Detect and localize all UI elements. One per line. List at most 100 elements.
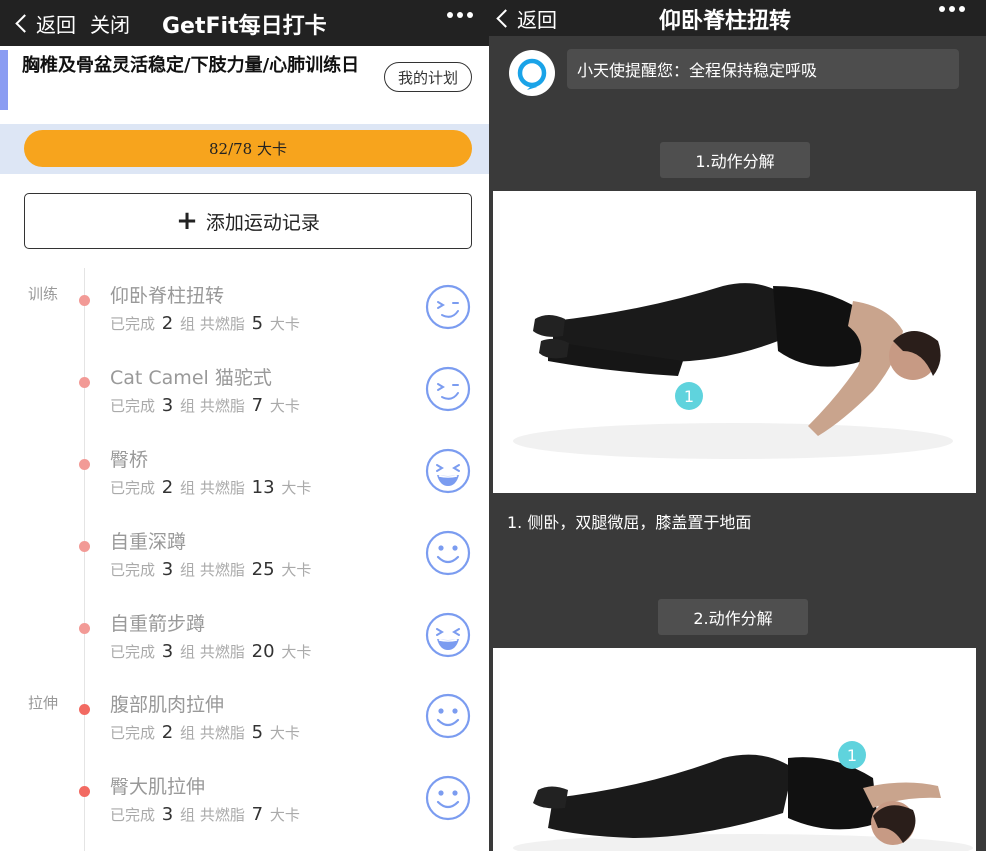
exercise-name: 臀桥 xyxy=(110,449,149,471)
back-label: 返回 xyxy=(36,12,76,37)
checkin-screen: 返回 关闭 GetFit每日打卡 胸椎及骨盆灵活稳定/下肢力量/心肺训练日 我的… xyxy=(0,0,489,851)
stat-completed-word: 已完成 xyxy=(110,643,156,661)
exercise-sets: 3 xyxy=(161,641,174,662)
stat-unit-word: 大卡 xyxy=(269,806,300,824)
exercise-sets: 2 xyxy=(161,722,174,743)
step-1-image: 1 xyxy=(493,191,976,493)
chevron-left-icon xyxy=(15,13,34,33)
timeline-dot xyxy=(79,704,90,715)
exercise-name: 仰卧脊柱扭转 xyxy=(110,285,225,307)
stat-unit-word: 大卡 xyxy=(281,479,312,497)
plus-icon: + xyxy=(176,206,198,236)
timeline-dot xyxy=(79,377,90,388)
assistant-reminder: 小天使提醒您：全程保持稳定呼吸 xyxy=(567,49,959,89)
grin-face-icon[interactable] xyxy=(424,447,472,495)
stat-sets-word: 组 xyxy=(180,643,196,661)
exercise-kcal: 25 xyxy=(251,559,275,580)
exercise-sets: 2 xyxy=(161,477,174,498)
nav-bar: 返回 关闭 GetFit每日打卡 xyxy=(0,0,489,46)
exercise-stats: 已完成 3 组 共燃脂 7 大卡 xyxy=(110,804,300,825)
exercise-item[interactable]: 臀大肌拉伸已完成 3 组 共燃脂 7 大卡 xyxy=(0,768,489,850)
stat-completed-word: 已完成 xyxy=(110,315,156,333)
exercise-item[interactable]: Cat Camel 猫驼式已完成 3 组 共燃脂 7 大卡 xyxy=(0,359,489,441)
assistant-logo-icon xyxy=(517,58,547,90)
exercise-stats: 已完成 3 组 共燃脂 20 大卡 xyxy=(110,641,311,662)
more-icon[interactable] xyxy=(447,12,473,18)
stat-sets-word: 组 xyxy=(180,724,196,742)
detail-more-icon[interactable] xyxy=(939,6,965,12)
exercise-kcal: 5 xyxy=(251,313,264,334)
stat-sets-word: 组 xyxy=(180,479,196,497)
stat-completed-word: 已完成 xyxy=(110,806,156,824)
stat-completed-word: 已完成 xyxy=(110,397,156,415)
smile-face-icon[interactable] xyxy=(424,529,472,577)
timeline-dot xyxy=(79,541,90,552)
stat-completed-word: 已完成 xyxy=(110,724,156,742)
stat-sets-word: 组 xyxy=(180,806,196,824)
stat-unit-word: 大卡 xyxy=(269,724,300,742)
exercise-item[interactable]: 臀桥 已完成 2 组 共燃脂 13 大卡 xyxy=(0,441,489,523)
exercise-name: Cat Camel 猫驼式 xyxy=(110,367,272,389)
detail-back-label: 返回 xyxy=(517,7,557,32)
stat-unit-word: 大卡 xyxy=(269,397,300,415)
grin-face-icon[interactable] xyxy=(424,611,472,659)
side-lying-pose-illustration: 1 xyxy=(513,283,953,459)
stat-burned-word: 共燃脂 xyxy=(199,397,245,415)
smile-face-icon[interactable] xyxy=(424,774,472,822)
my-plan-button[interactable]: 我的计划 xyxy=(384,62,472,92)
chevron-left-icon xyxy=(496,8,515,28)
stat-unit-word: 大卡 xyxy=(281,643,312,661)
timeline-dot xyxy=(79,786,90,797)
exercise-detail-screen: 返回 仰卧脊柱扭转 小天使提醒您：全程保持稳定呼吸 1.动作分解 1 1. 侧卧… xyxy=(489,0,986,851)
stat-sets-word: 组 xyxy=(180,561,196,579)
stat-unit-word: 大卡 xyxy=(269,315,300,333)
exercise-item[interactable]: 仰卧脊柱扭转 已完成 2 组 共燃脂 5 大卡 xyxy=(0,277,489,359)
progress-section: 82/78 大卡 xyxy=(0,124,489,174)
exercise-kcal: 13 xyxy=(251,477,275,498)
exercise-sets: 3 xyxy=(161,559,174,580)
timeline-dot xyxy=(79,295,90,306)
add-exercise-label: 添加运动记录 xyxy=(205,211,320,234)
exercise-sets: 3 xyxy=(161,395,174,416)
add-exercise-record-button[interactable]: + 添加运动记录 xyxy=(24,193,472,249)
stat-burned-word: 共燃脂 xyxy=(199,561,245,579)
exercise-stats: 已完成 2 组 共燃脂 5 大卡 xyxy=(110,722,300,743)
detail-back-button[interactable]: 返回 xyxy=(489,4,557,33)
step-1-description: 1. 侧卧，双腿微屈，膝盖置于地面 xyxy=(507,513,752,532)
stat-burned-word: 共燃脂 xyxy=(199,724,245,742)
plan-accent-bar xyxy=(0,50,8,110)
stat-burned-word: 共燃脂 xyxy=(199,643,245,661)
step-2-image: 1 xyxy=(493,648,976,851)
exercise-sets: 2 xyxy=(161,313,174,334)
exercise-item[interactable]: 自重箭步蹲已完成 3 组 共燃脂 20 大卡 xyxy=(0,605,489,687)
wink-face-icon[interactable] xyxy=(424,283,472,331)
exercise-name: 自重箭步蹲 xyxy=(110,613,206,635)
exercise-name: 自重深蹲 xyxy=(110,531,187,553)
plan-title: 胸椎及骨盆灵活稳定/下肢力量/心肺训练日 xyxy=(22,55,360,76)
exercise-kcal: 7 xyxy=(251,804,264,825)
detail-title: 仰卧脊柱扭转 xyxy=(659,9,792,34)
exercise-item[interactable]: 自重深蹲已完成 3 组 共燃脂 25 大卡 xyxy=(0,523,489,605)
smile-face-icon[interactable] xyxy=(424,692,472,740)
stat-burned-word: 共燃脂 xyxy=(199,806,245,824)
calorie-progress-bar: 82/78 大卡 xyxy=(24,130,472,167)
exercise-kcal: 20 xyxy=(251,641,275,662)
exercise-item[interactable]: 腹部肌肉拉伸已完成 2 组 共燃脂 5 大卡 xyxy=(0,686,489,768)
plan-header: 胸椎及骨盆灵活稳定/下肢力量/心肺训练日 我的计划 xyxy=(0,46,489,124)
exercise-stats: 已完成 3 组 共燃脂 7 大卡 xyxy=(110,395,300,416)
close-button[interactable]: 关闭 xyxy=(90,9,130,38)
exercise-name: 腹部肌肉拉伸 xyxy=(110,694,225,716)
step-2-marker: 1 xyxy=(847,746,857,765)
stat-sets-word: 组 xyxy=(180,397,196,415)
timeline-dot xyxy=(79,623,90,634)
wink-face-icon[interactable] xyxy=(424,365,472,413)
exercise-stats: 已完成 3 组 共燃脂 25 大卡 xyxy=(110,559,311,580)
stat-completed-word: 已完成 xyxy=(110,479,156,497)
stat-completed-word: 已完成 xyxy=(110,561,156,579)
progress-text: 82/78 大卡 xyxy=(209,140,287,158)
exercise-name: 臀大肌拉伸 xyxy=(110,776,206,798)
exercise-kcal: 7 xyxy=(251,395,264,416)
back-button[interactable]: 返回 xyxy=(0,9,76,38)
exercise-sets: 3 xyxy=(161,804,174,825)
step-1-marker: 1 xyxy=(684,387,694,406)
